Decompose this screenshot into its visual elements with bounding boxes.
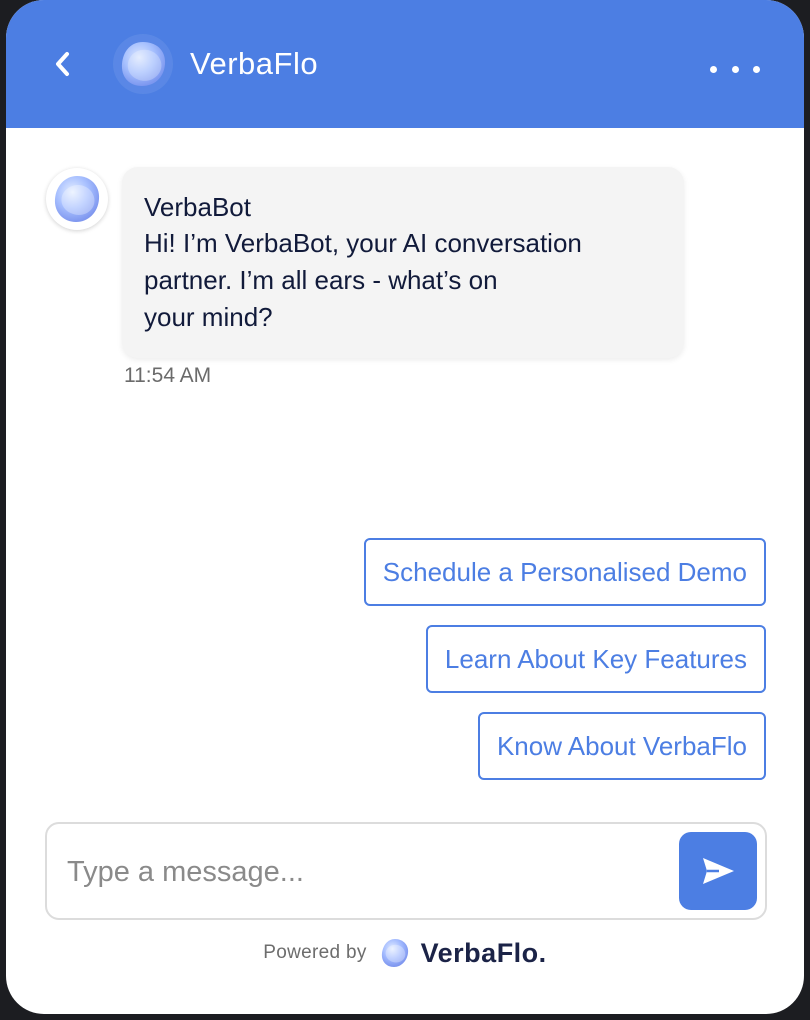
quick-reply-about-verbaflo[interactable]: Know About VerbaFlo xyxy=(477,712,766,780)
message-timestamp: 11:54 AM xyxy=(124,364,212,387)
chat-header: VerbaFlo xyxy=(6,0,804,128)
verbaflo-footer-logo-icon xyxy=(381,939,408,967)
verbabot-avatar-icon xyxy=(54,176,100,222)
back-button[interactable] xyxy=(46,46,78,82)
message-input[interactable] xyxy=(65,844,649,900)
message-composer xyxy=(45,822,767,920)
bot-avatar xyxy=(46,168,108,230)
header-title: VerbaFlo xyxy=(190,46,319,81)
more-options-button[interactable] xyxy=(710,54,760,84)
more-horizontal-icon xyxy=(710,65,717,73)
powered-by-footer: Powered by VerbaFlo. xyxy=(6,932,804,974)
quick-reply-key-features[interactable]: Learn About Key Features xyxy=(425,625,766,693)
send-button[interactable] xyxy=(679,832,757,910)
send-icon xyxy=(703,858,734,884)
footer-brand: VerbaFlo. xyxy=(420,937,547,968)
chat-widget: VerbaFlo VerbaBot Hi! I’m VerbaBot, your… xyxy=(6,0,804,1014)
verbaflo-logo-icon xyxy=(113,34,173,94)
bot-message-bubble: VerbaBot Hi! I’m VerbaBot, your AI conve… xyxy=(122,167,684,358)
powered-by-label: Powered by xyxy=(263,942,367,963)
message-sender: VerbaBot xyxy=(144,192,251,222)
quick-reply-schedule-demo[interactable]: Schedule a Personalised Demo xyxy=(363,538,766,606)
chevron-left-icon xyxy=(56,52,69,76)
message-text: Hi! I’m VerbaBot, your AI conversation p… xyxy=(144,228,582,332)
